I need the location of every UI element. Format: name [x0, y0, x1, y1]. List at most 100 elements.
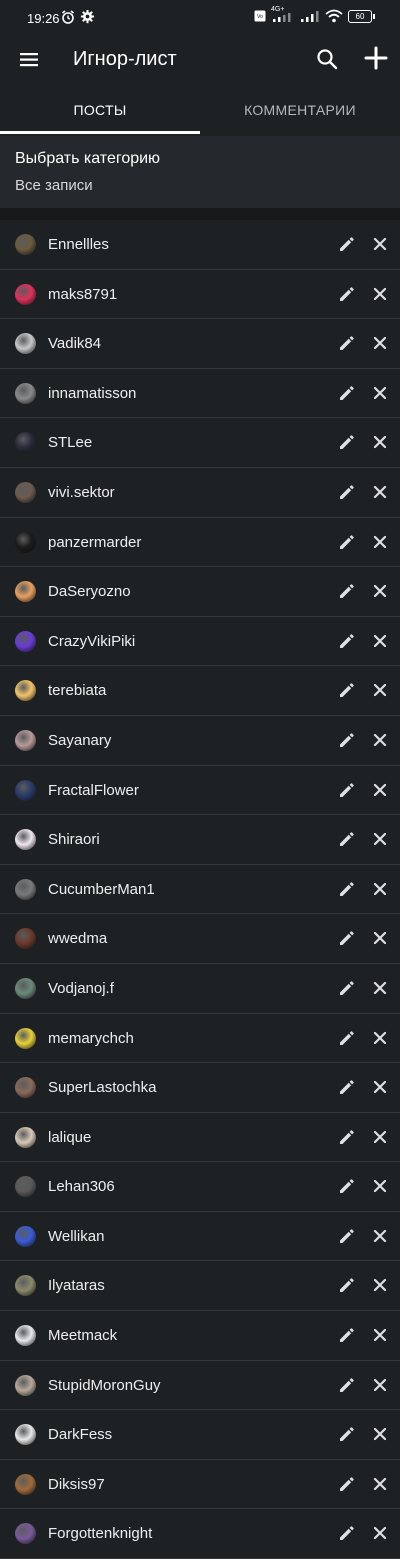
close-icon[interactable] [372, 1129, 388, 1145]
username: Ennellles [48, 236, 109, 253]
list-item[interactable]: StupidMoronGuy [0, 1361, 400, 1411]
edit-icon[interactable] [338, 1029, 356, 1047]
edit-icon[interactable] [338, 582, 356, 600]
menu-icon[interactable] [18, 48, 42, 72]
category-selector[interactable]: Выбрать категорию Все записи [0, 136, 400, 208]
list-item[interactable]: FractalFlower [0, 766, 400, 816]
signal-icon-2 [301, 11, 319, 22]
volte-icon: Vo [254, 10, 266, 22]
list-item[interactable]: Diksis97 [0, 1460, 400, 1510]
edit-icon[interactable] [338, 1078, 356, 1096]
close-icon[interactable] [372, 1476, 388, 1492]
close-icon[interactable] [372, 335, 388, 351]
edit-icon[interactable] [338, 830, 356, 848]
avatar [15, 630, 36, 652]
list-item[interactable]: DarkFess [0, 1410, 400, 1460]
avatar [15, 1225, 36, 1247]
close-icon[interactable] [372, 1079, 388, 1095]
edit-icon[interactable] [338, 1376, 356, 1394]
edit-icon[interactable] [338, 235, 356, 253]
list-item[interactable]: Ilyataras [0, 1261, 400, 1312]
list-item[interactable]: Lehan306 [0, 1162, 400, 1212]
list-item[interactable]: memarychch [0, 1014, 400, 1064]
close-icon[interactable] [372, 236, 388, 252]
close-icon[interactable] [372, 1525, 388, 1541]
edit-icon[interactable] [338, 483, 356, 501]
username: Diksis97 [48, 1475, 105, 1493]
signal-icon-1 [273, 13, 291, 22]
list-item[interactable]: Sayanary [0, 716, 400, 766]
edit-icon[interactable] [338, 979, 356, 997]
list-item[interactable]: CrazyVikiPiki [0, 617, 400, 667]
list-item[interactable]: vivi.sektor [0, 468, 400, 518]
close-icon[interactable] [372, 1277, 388, 1293]
list-item[interactable]: wwedma [0, 914, 400, 964]
close-icon[interactable] [372, 434, 388, 450]
close-icon[interactable] [372, 930, 388, 946]
close-icon[interactable] [372, 534, 388, 550]
edit-icon[interactable] [338, 632, 356, 650]
avatar [15, 1126, 36, 1148]
close-icon[interactable] [372, 1426, 388, 1442]
edit-icon[interactable] [338, 285, 356, 303]
edit-icon[interactable] [338, 731, 356, 749]
list-item[interactable]: STLee [0, 418, 400, 468]
list-item[interactable]: Shiraori [0, 815, 400, 865]
edit-icon[interactable] [338, 1475, 356, 1493]
avatar [15, 729, 36, 751]
edit-icon[interactable] [338, 1326, 356, 1344]
edit-icon[interactable] [338, 1276, 356, 1294]
edit-icon[interactable] [338, 433, 356, 451]
username: Vodjanoj.f [48, 979, 114, 997]
tab-comments[interactable]: КОММЕНТАРИИ [200, 88, 400, 134]
edit-icon[interactable] [338, 1227, 356, 1245]
list-item[interactable]: Vadik84 [0, 319, 400, 369]
close-icon[interactable] [372, 1327, 388, 1343]
list-item[interactable]: terebiata [0, 666, 400, 716]
close-icon[interactable] [372, 732, 388, 748]
avatar [15, 878, 36, 900]
edit-icon[interactable] [338, 533, 356, 551]
search-icon[interactable] [314, 46, 340, 72]
close-icon[interactable] [372, 831, 388, 847]
list-item[interactable]: lalique [0, 1113, 400, 1163]
edit-icon[interactable] [338, 1524, 356, 1542]
avatar [15, 1275, 36, 1297]
list-item[interactable]: Forgottenknight [0, 1509, 400, 1559]
close-icon[interactable] [372, 1178, 388, 1194]
edit-icon[interactable] [338, 384, 356, 402]
list-item[interactable]: Vodjanoj.f [0, 964, 400, 1014]
close-icon[interactable] [372, 1228, 388, 1244]
add-icon[interactable] [362, 44, 390, 72]
list-item[interactable]: innamatisson [0, 369, 400, 419]
list-item[interactable]: DaSeryozno [0, 567, 400, 617]
edit-icon[interactable] [338, 1128, 356, 1146]
list-item[interactable]: SuperLastochka [0, 1063, 400, 1113]
edit-icon[interactable] [338, 334, 356, 352]
list-item[interactable]: panzermarder [0, 518, 400, 568]
edit-icon[interactable] [338, 681, 356, 699]
close-icon[interactable] [372, 633, 388, 649]
close-icon[interactable] [372, 881, 388, 897]
close-icon[interactable] [372, 782, 388, 798]
edit-icon[interactable] [338, 1177, 356, 1195]
edit-icon[interactable] [338, 880, 356, 898]
list-item[interactable]: CucumberMan1 [0, 865, 400, 915]
close-icon[interactable] [372, 682, 388, 698]
list-item[interactable]: Meetmack [0, 1311, 400, 1361]
close-icon[interactable] [372, 286, 388, 302]
username: Meetmack [48, 1327, 118, 1345]
tab-posts[interactable]: ПОСТЫ [0, 88, 200, 134]
edit-icon[interactable] [338, 781, 356, 799]
edit-icon[interactable] [338, 1425, 356, 1443]
close-icon[interactable] [372, 980, 388, 996]
list-item[interactable]: maks8791 [0, 270, 400, 320]
list-item[interactable]: Wellikan [0, 1212, 400, 1262]
edit-icon[interactable] [338, 929, 356, 947]
close-icon[interactable] [372, 1030, 388, 1046]
close-icon[interactable] [372, 1377, 388, 1393]
list-item[interactable]: Ennellles [0, 220, 400, 270]
close-icon[interactable] [372, 583, 388, 599]
close-icon[interactable] [372, 385, 388, 401]
close-icon[interactable] [372, 484, 388, 500]
